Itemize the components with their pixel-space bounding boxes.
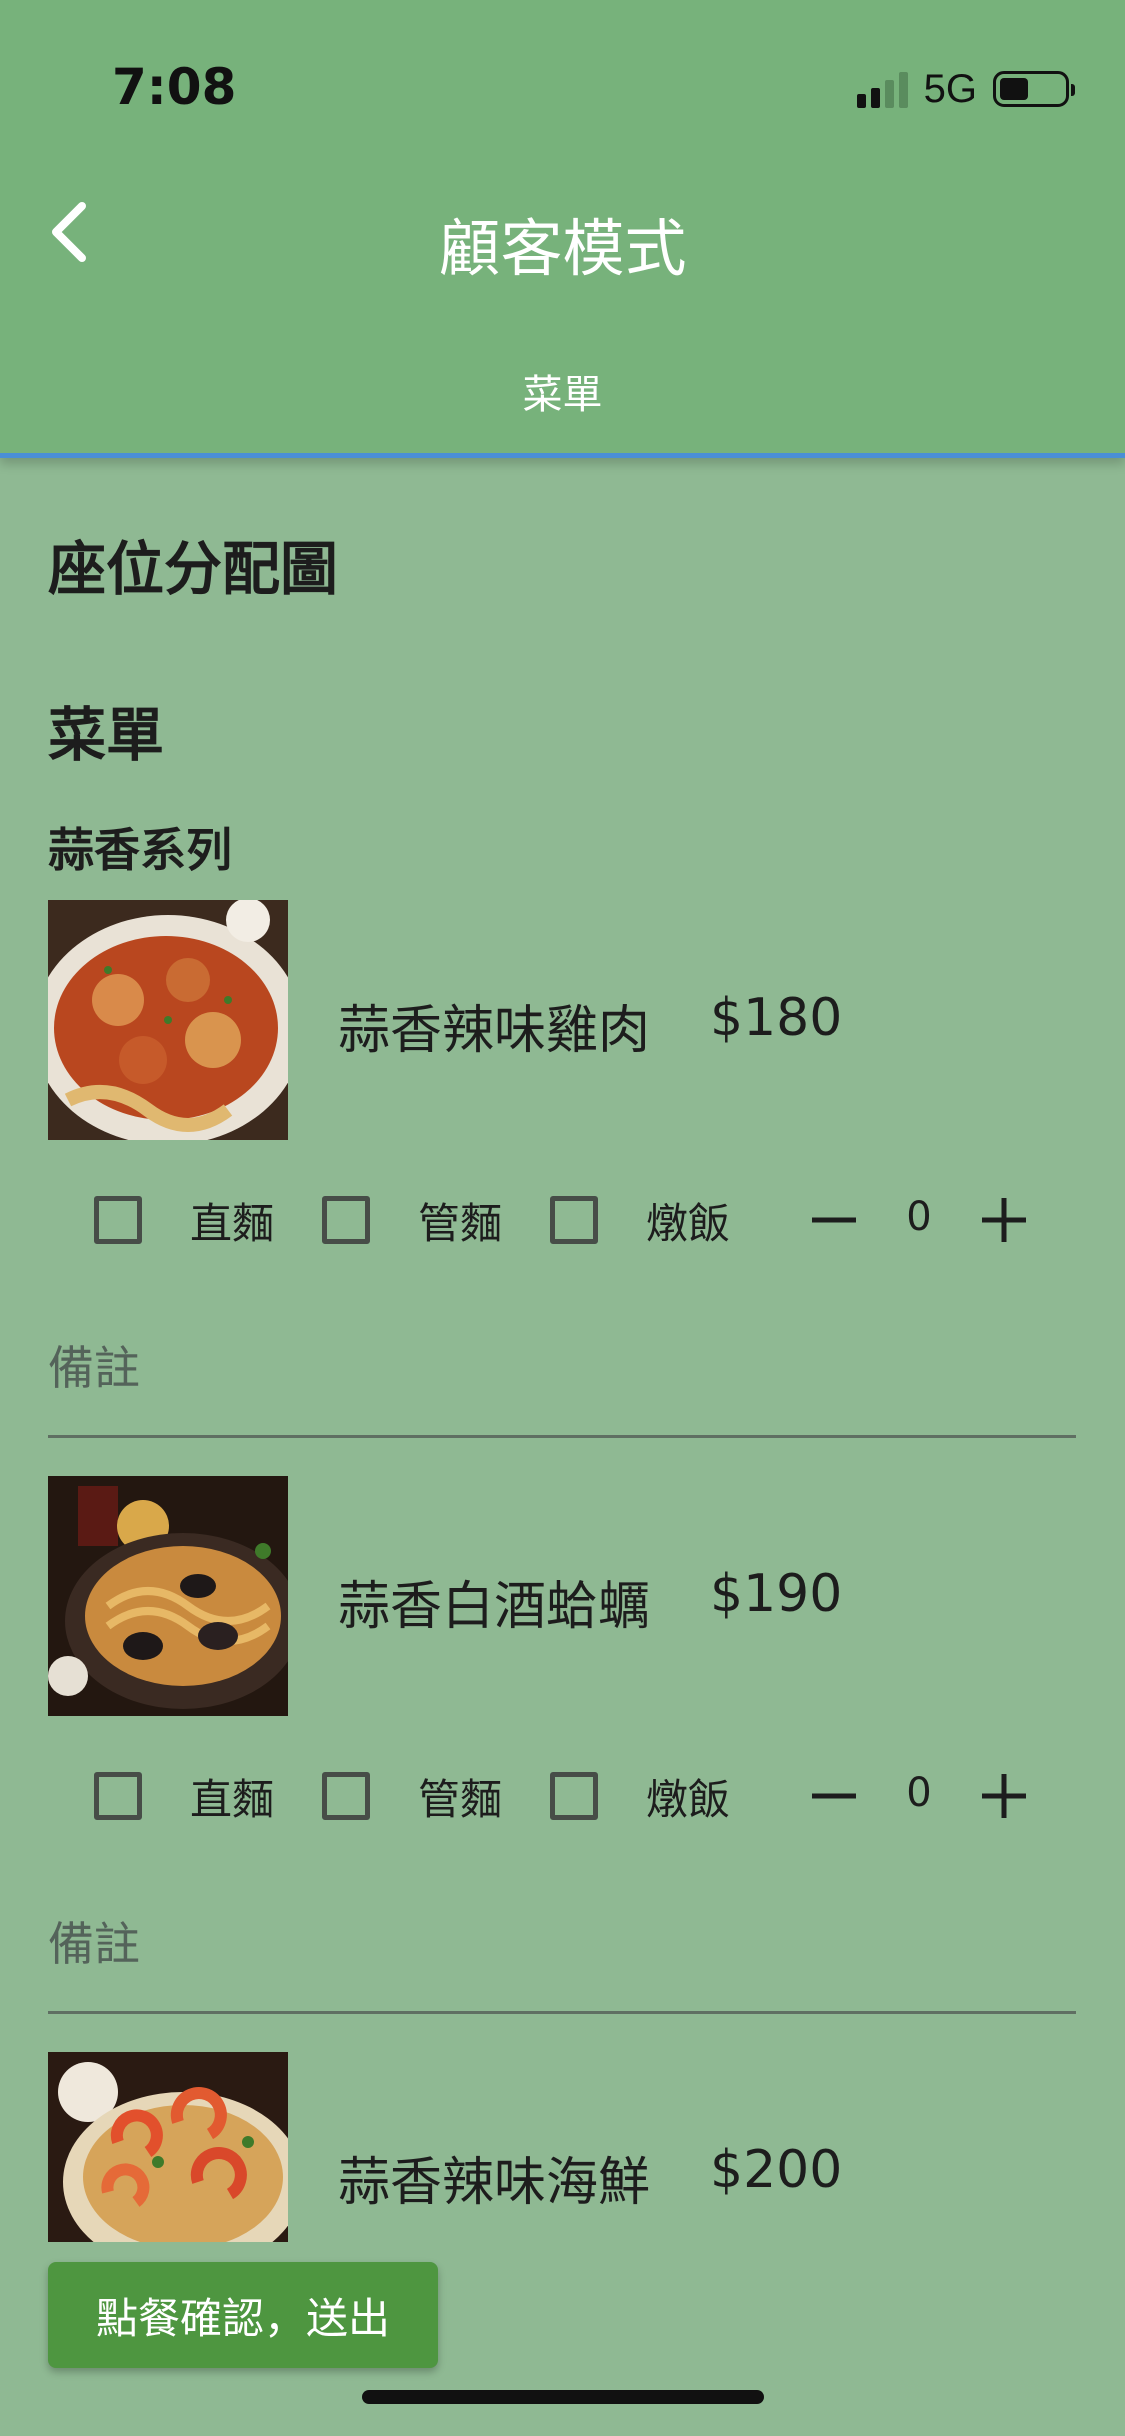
dish-photo (48, 900, 288, 1140)
quantity-value: 0 (906, 1194, 932, 1240)
option-risotto[interactable]: 燉飯 (550, 1756, 730, 1836)
option-label: 管麵 (418, 1198, 503, 1248)
option-penne[interactable]: 管麵 (322, 1180, 502, 1260)
status-time: 7:08 (112, 58, 237, 116)
note-input[interactable] (48, 1894, 1076, 1994)
option-row: 直麵 管麵 燉飯 0 (0, 1180, 1125, 1260)
minus-icon (812, 1793, 856, 1799)
decrease-button[interactable] (802, 1764, 866, 1828)
battery-icon (993, 71, 1075, 107)
app-bar: 7:08 5G 顧客模式 菜單 (0, 0, 1125, 458)
item-name: 蒜香辣味雞肉 (338, 1001, 651, 1061)
option-label: 直麵 (190, 1198, 275, 1248)
checkbox[interactable] (94, 1772, 142, 1820)
item-name: 蒜香白酒蛤蠣 (338, 1577, 651, 1637)
increase-button[interactable] (972, 1764, 1036, 1828)
option-straight-noodle[interactable]: 直麵 (94, 1180, 274, 1260)
dish-photo (48, 1476, 288, 1716)
menu-heading: 菜單 (48, 701, 165, 769)
submit-order-button[interactable]: 點餐確認，送出 (48, 2262, 438, 2368)
home-indicator[interactable] (362, 2390, 764, 2404)
status-indicators: 5G (856, 64, 1075, 114)
option-penne[interactable]: 管麵 (322, 1756, 502, 1836)
increase-button[interactable] (972, 1188, 1036, 1252)
tab-menu[interactable]: 菜單 (0, 362, 1125, 420)
option-label: 燉飯 (646, 1774, 731, 1824)
note-input[interactable] (48, 1318, 1076, 1418)
note-field[interactable] (48, 1894, 1076, 2014)
item-name: 蒜香辣味海鮮 (338, 2153, 651, 2213)
checkbox[interactable] (550, 1196, 598, 1244)
item-price: $180 (710, 988, 843, 1048)
option-row: 直麵 管麵 燉飯 0 (0, 1756, 1125, 1836)
checkbox[interactable] (322, 1772, 370, 1820)
network-label: 5G (923, 66, 977, 111)
dish-photo (48, 2052, 288, 2242)
quantity-value: 0 (906, 1770, 932, 1816)
item-price: $200 (710, 2140, 843, 2200)
seating-chart-heading[interactable]: 座位分配圖 (48, 522, 338, 606)
option-label: 管麵 (418, 1774, 503, 1824)
signal-icon (856, 70, 908, 108)
checkbox[interactable] (322, 1196, 370, 1244)
item-price: $190 (710, 1564, 843, 1624)
checkbox[interactable] (550, 1772, 598, 1820)
option-label: 燉飯 (646, 1198, 731, 1248)
decrease-button[interactable] (802, 1188, 866, 1252)
minus-icon (812, 1217, 856, 1223)
option-risotto[interactable]: 燉飯 (550, 1180, 730, 1260)
option-straight-noodle[interactable]: 直麵 (94, 1756, 274, 1836)
note-field[interactable] (48, 1318, 1076, 1438)
option-label: 直麵 (190, 1774, 275, 1824)
page-title: 顧客模式 (438, 212, 687, 285)
checkbox[interactable] (94, 1196, 142, 1244)
plus-icon (982, 1198, 1026, 1242)
category-heading: 蒜香系列 (48, 823, 232, 877)
plus-icon (982, 1774, 1026, 1818)
